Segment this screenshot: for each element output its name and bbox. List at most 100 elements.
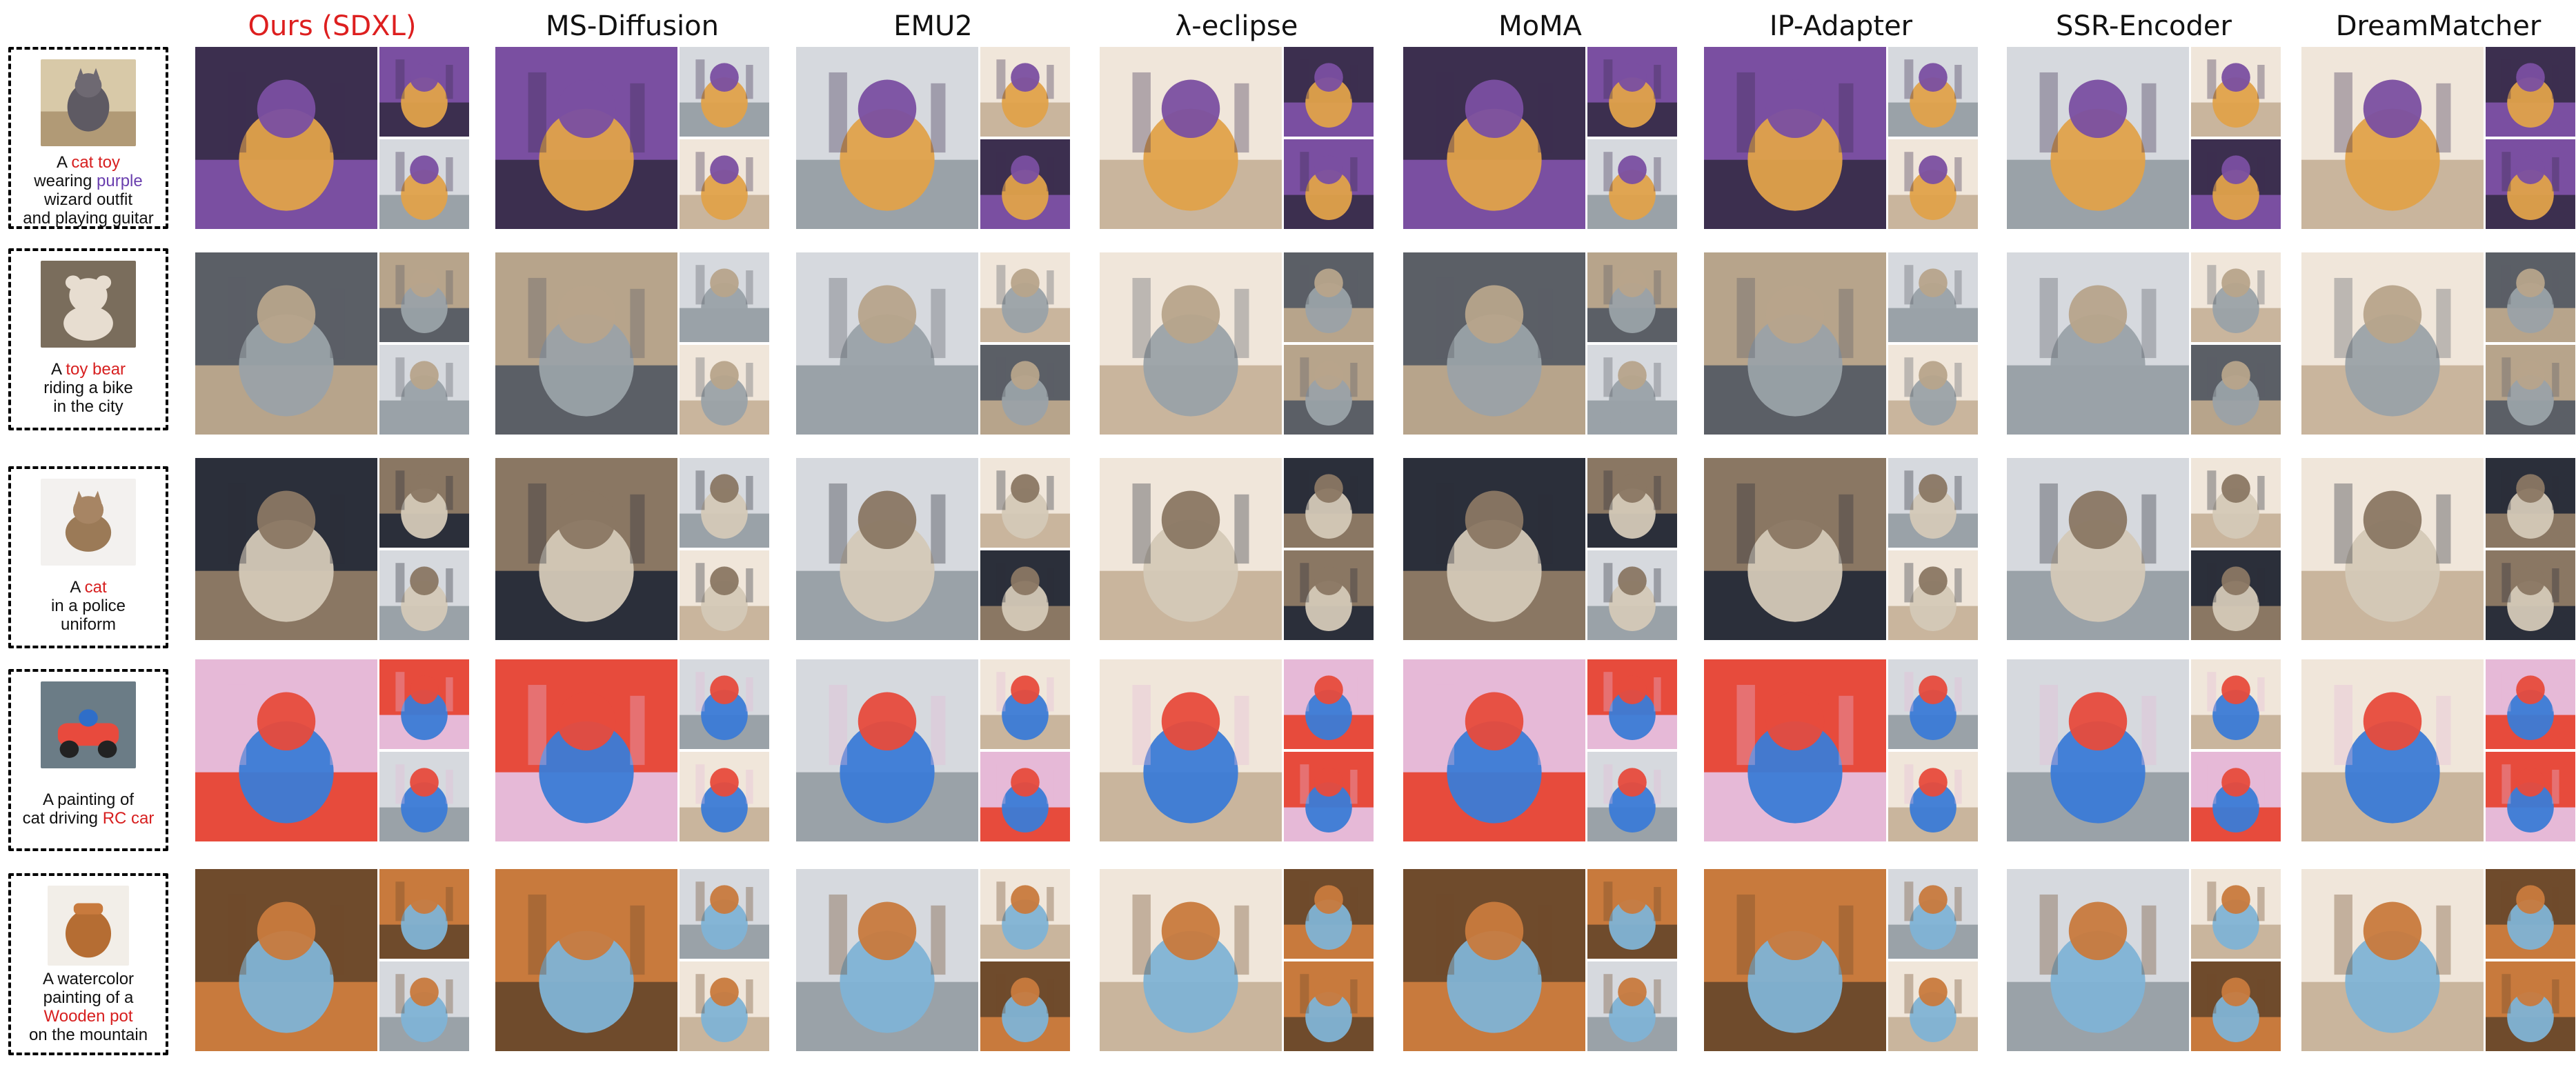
comparison-figure: Ours (SDXL) MS-Diffusion EMU2 λ-eclipse … [0, 0, 2576, 1067]
result-cell [796, 869, 1070, 1051]
result-image-thumb [2486, 47, 2575, 137]
result-image-thumb [1284, 47, 1374, 137]
result-image-thumb [980, 47, 1070, 137]
result-image-thumb [680, 345, 769, 435]
result-cell [2301, 47, 2575, 229]
result-cell [195, 659, 469, 841]
result-cell [1100, 47, 1374, 229]
result-image-thumb [1587, 550, 1677, 640]
prompt-text-row3: A cat in a police uniform [50, 578, 126, 634]
result-image-thumb [2486, 139, 2575, 229]
result-cell [2301, 869, 2575, 1051]
result-image-thumb [1587, 47, 1677, 137]
result-cell [1704, 458, 1978, 640]
result-image-thumb [2486, 458, 2575, 548]
result-image-thumb [980, 752, 1070, 841]
header-ours: Ours (SDXL) [248, 10, 417, 42]
result-cell [796, 458, 1070, 640]
result-cell [1704, 252, 1978, 435]
header-ssr-encoder: SSR-Encoder [2056, 10, 2232, 42]
result-image-thumb [1888, 345, 1978, 435]
result-image-main [2007, 252, 2189, 435]
result-cell [495, 869, 769, 1051]
result-image-main [796, 458, 978, 640]
result-image-main [495, 252, 677, 435]
result-image-main [2301, 47, 2484, 229]
result-image-thumb [680, 752, 769, 841]
result-image-thumb [2486, 961, 2575, 1051]
result-image-main [1704, 659, 1886, 841]
result-cell [195, 47, 469, 229]
result-cell [1403, 659, 1677, 841]
result-image-thumb [379, 659, 469, 749]
result-image-main [1100, 869, 1282, 1051]
result-image-thumb [1284, 550, 1374, 640]
header-ms-diffusion: MS-Diffusion [546, 10, 719, 42]
result-image-thumb [2191, 458, 2281, 548]
result-cell [796, 252, 1070, 435]
result-image-thumb [980, 550, 1070, 640]
result-image-main [2301, 659, 2484, 841]
prompt-box-row4: A painting of cat driving RC car [8, 669, 168, 851]
result-image-thumb [379, 961, 469, 1051]
result-image-main [495, 659, 677, 841]
result-image-thumb [2191, 47, 2281, 137]
result-cell [796, 47, 1070, 229]
result-image-main [796, 47, 978, 229]
result-cell [195, 458, 469, 640]
result-image-main [2301, 869, 2484, 1051]
result-image-main [195, 47, 377, 229]
reference-image-cat [41, 479, 136, 566]
result-cell [1704, 869, 1978, 1051]
result-image-thumb [1888, 47, 1978, 137]
result-image-main [195, 252, 377, 435]
result-image-main [495, 458, 677, 640]
result-image-thumb [1888, 752, 1978, 841]
result-cell [2007, 659, 2281, 841]
result-cell [1403, 869, 1677, 1051]
result-image-thumb [1587, 961, 1677, 1051]
result-image-main [1100, 252, 1282, 435]
result-image-thumb [2486, 752, 2575, 841]
result-image-thumb [2191, 869, 2281, 959]
result-image-main [796, 869, 978, 1051]
method-header-row: Ours (SDXL) MS-Diffusion EMU2 λ-eclipse … [0, 6, 2576, 47]
result-image-main [195, 659, 377, 841]
header-dreammatcher: DreamMatcher [2335, 10, 2542, 42]
prompt-text-row4: A painting of cat driving RC car [22, 790, 155, 828]
result-image-main [1403, 252, 1585, 435]
result-image-thumb [1888, 139, 1978, 229]
result-image-main [796, 252, 978, 435]
result-image-thumb [1587, 139, 1677, 229]
result-image-thumb [1284, 252, 1374, 342]
result-image-main [2007, 869, 2189, 1051]
prompt-text-row2: A toy bear riding a bike in the city [43, 360, 133, 416]
result-image-thumb [680, 139, 769, 229]
result-image-thumb [1284, 458, 1374, 548]
result-image-thumb [980, 139, 1070, 229]
result-image-thumb [980, 961, 1070, 1051]
result-cell [2301, 252, 2575, 435]
prompt-box-row1: A cat toy wearing purple wizard outfit a… [8, 47, 168, 229]
result-image-thumb [680, 961, 769, 1051]
result-image-thumb [379, 869, 469, 959]
result-image-thumb [680, 550, 769, 640]
result-cell [2007, 869, 2281, 1051]
result-image-main [1704, 458, 1886, 640]
result-image-thumb [1888, 659, 1978, 749]
result-cell [495, 659, 769, 841]
result-image-main [2301, 458, 2484, 640]
result-cell [495, 458, 769, 640]
result-image-thumb [680, 659, 769, 749]
reference-image-rc-car [41, 681, 136, 768]
result-image-thumb [379, 252, 469, 342]
result-image-thumb [379, 139, 469, 229]
result-image-main [1100, 659, 1282, 841]
result-image-thumb [680, 47, 769, 137]
result-cell [2007, 47, 2281, 229]
result-cell [1403, 458, 1677, 640]
result-image-thumb [1284, 869, 1374, 959]
result-image-thumb [1587, 345, 1677, 435]
result-image-thumb [1587, 252, 1677, 342]
result-image-main [495, 47, 677, 229]
